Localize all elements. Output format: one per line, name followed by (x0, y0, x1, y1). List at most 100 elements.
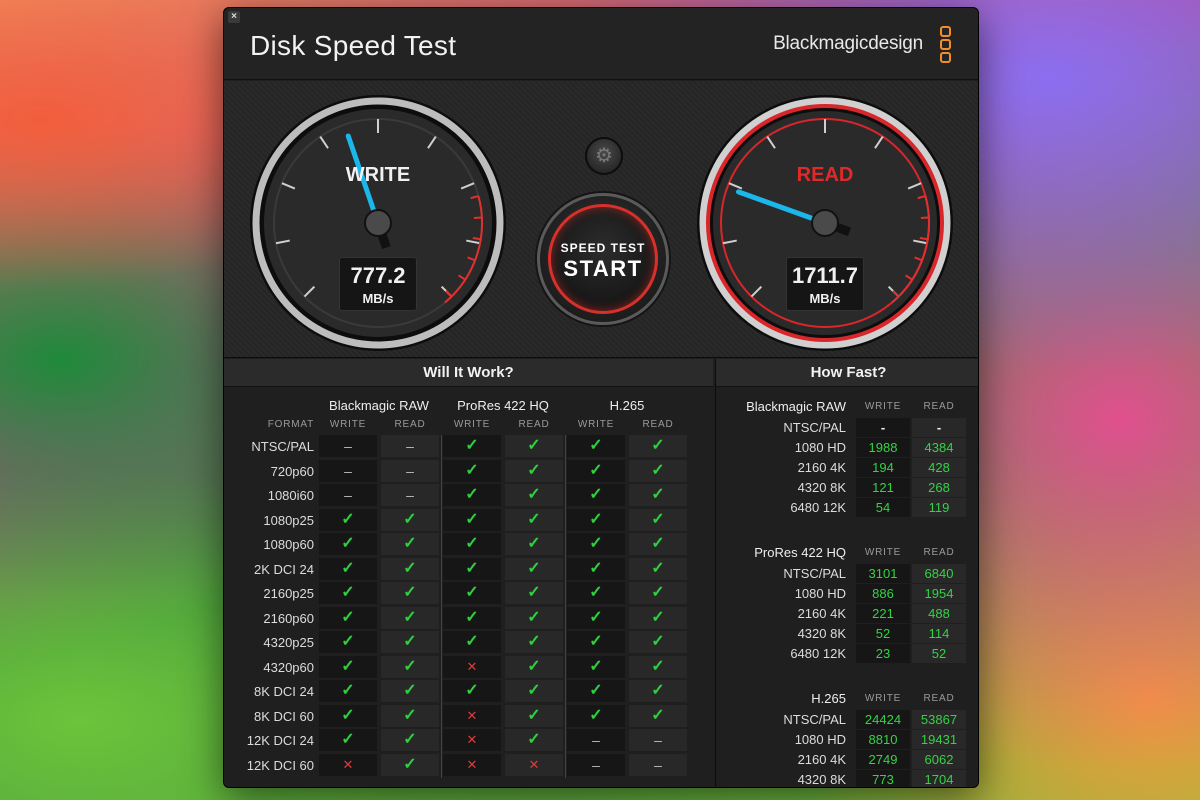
status-cell-no: ✕ (443, 704, 501, 727)
check-icon: ✓ (341, 510, 355, 528)
check-icon: ✓ (589, 706, 603, 724)
status-cell-ok: ✓ (567, 557, 625, 580)
brand-logo-icon (940, 26, 954, 66)
check-icon: ✓ (527, 731, 541, 748)
start-button[interactable]: SPEED TEST START (537, 193, 669, 325)
check-icon: ✓ (527, 706, 541, 724)
read-speed-cell: 114 (912, 624, 966, 643)
sub-header: WRITE (864, 693, 902, 704)
status-cell-ok: ✓ (319, 557, 377, 580)
format-row-label: NTSC/PAL (251, 439, 314, 454)
format-row-label: NTSC/PAL (783, 566, 846, 581)
sub-header: READ (518, 419, 550, 430)
settings-button[interactable]: ⚙ (585, 137, 623, 175)
status-cell-ok: ✓ (567, 533, 625, 555)
format-row-label: 8K DCI 24 (254, 684, 314, 699)
start-button-face[interactable]: SPEED TEST START (548, 204, 658, 314)
status-cell-ok: ✓ (443, 484, 501, 506)
read-speed-cell: 268 (912, 478, 966, 497)
sub-header: WRITE (329, 419, 367, 430)
format-row-label: 4320 8K (797, 626, 846, 641)
read-speed-cell: 428 (912, 458, 966, 477)
dash-icon: – (406, 438, 414, 454)
check-icon: ✓ (465, 437, 479, 454)
check-icon: ✓ (589, 437, 603, 454)
sub-header: READ (923, 693, 955, 704)
cross-icon: ✕ (466, 732, 478, 747)
check-icon: ✓ (527, 682, 541, 699)
status-cell-no: ✕ (505, 753, 563, 776)
status-cell-ok: ✓ (381, 655, 439, 678)
status-cell-na: – (629, 753, 687, 776)
codec-header: ProRes 422 HQ (754, 545, 846, 560)
check-icon: ✓ (465, 559, 479, 577)
status-cell-ok: ✓ (319, 631, 377, 653)
status-cell-na: – (381, 484, 439, 506)
status-cell-ok: ✓ (319, 704, 377, 727)
dash-icon: – (592, 756, 600, 773)
status-cell-no: ✕ (443, 729, 501, 751)
check-icon: ✓ (527, 486, 541, 503)
status-cell-ok: ✓ (443, 435, 501, 457)
check-icon: ✓ (465, 633, 479, 650)
check-icon: ✓ (403, 731, 417, 748)
dash-icon: – (592, 732, 600, 748)
codec-header: Blackmagic RAW (329, 398, 429, 413)
write-gauge: WRITE 777.2 MB/s (248, 93, 508, 353)
status-cell-ok: ✓ (319, 680, 377, 702)
status-cell-ok: ✓ (505, 704, 563, 727)
read-readout: 1711.7 MB/s (786, 257, 864, 311)
check-icon: ✓ (465, 535, 479, 552)
check-icon: ✓ (527, 535, 541, 552)
read-speed-unit: MB/s (809, 291, 841, 306)
check-icon: ✓ (527, 584, 541, 601)
sub-header: READ (923, 401, 955, 412)
dash-icon: – (344, 462, 352, 479)
status-cell-ok: ✓ (319, 729, 377, 751)
dash-icon: – (344, 487, 352, 503)
check-icon: ✓ (465, 608, 479, 626)
status-cell-ok: ✓ (567, 484, 625, 506)
format-row-label: 4320p60 (263, 659, 314, 675)
codec-header: H.265 (609, 398, 645, 413)
status-cell-ok: ✓ (567, 582, 625, 604)
read-speed-cell: 53867 (912, 710, 966, 729)
check-icon: ✓ (341, 657, 355, 675)
read-speed-cell: 6062 (912, 750, 966, 769)
status-cell-ok: ✓ (319, 533, 377, 555)
check-icon: ✓ (465, 682, 479, 699)
status-cell-ok: ✓ (629, 582, 687, 604)
read-speed-cell: 1704 (912, 770, 966, 787)
codec-header: Blackmagic RAW (746, 399, 846, 414)
format-row-label: 12K DCI 24 (246, 733, 314, 748)
format-row-label: 1080 HD (794, 440, 846, 455)
write-speed-cell: 54 (856, 498, 910, 517)
status-cell-ok: ✓ (381, 582, 439, 604)
column-divider (565, 435, 566, 778)
read-speed-cell: 488 (912, 604, 966, 623)
sub-header: READ (923, 547, 955, 558)
sub-header: READ (394, 419, 426, 430)
write-speed-cell: 8810 (856, 730, 910, 749)
status-cell-ok: ✓ (567, 680, 625, 702)
read-gauge: READ 1711.7 MB/s (695, 93, 955, 353)
read-speed-cell: - (912, 418, 966, 437)
close-icon[interactable]: × (228, 11, 240, 23)
check-icon: ✓ (341, 559, 355, 577)
check-icon: ✓ (527, 510, 541, 528)
check-icon: ✓ (651, 633, 665, 650)
check-icon: ✓ (589, 657, 603, 675)
check-icon: ✓ (527, 608, 541, 626)
status-cell-na: – (319, 435, 377, 457)
write-speed-cell: 24424 (856, 710, 910, 729)
status-cell-no: ✕ (443, 753, 501, 776)
status-cell-ok: ✓ (567, 704, 625, 727)
gear-icon: ⚙ (595, 145, 613, 167)
read-speed-cell: 119 (912, 498, 966, 517)
status-cell-na: – (629, 729, 687, 751)
check-icon: ✓ (341, 731, 355, 748)
status-cell-ok: ✓ (381, 606, 439, 629)
read-gauge-dial (697, 95, 953, 351)
check-icon: ✓ (527, 633, 541, 650)
read-speed-cell: 1954 (912, 584, 966, 603)
